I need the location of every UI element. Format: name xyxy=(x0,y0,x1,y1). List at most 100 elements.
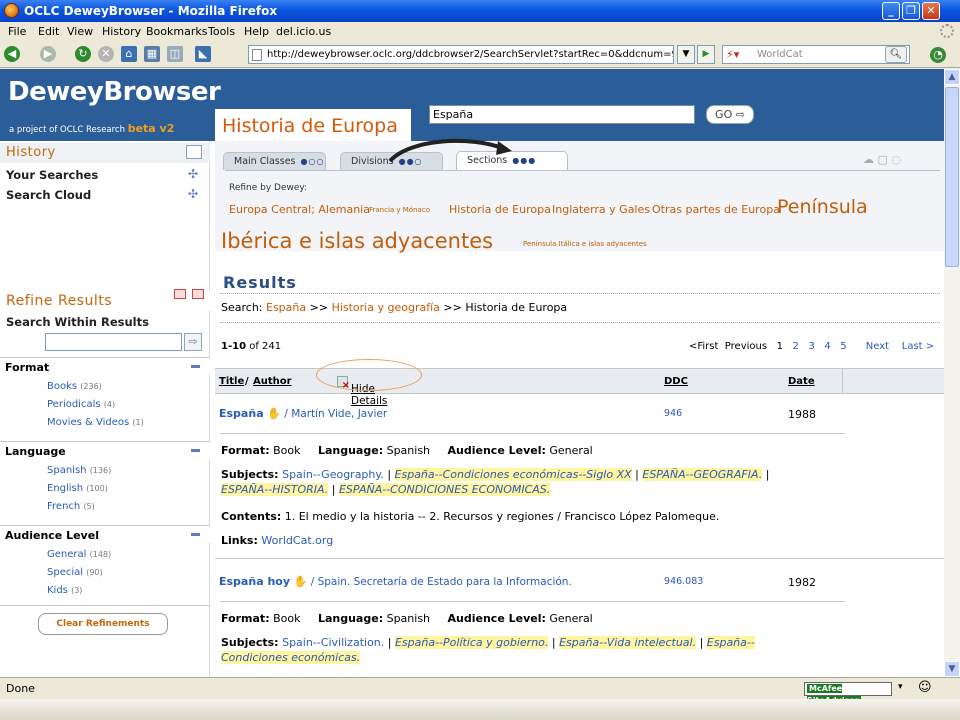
page-link[interactable]: 2 xyxy=(793,341,799,352)
maximize-button[interactable]: ❐ xyxy=(902,2,920,20)
format-option[interactable]: Periodicals (4) xyxy=(47,399,115,410)
audience-option[interactable]: Special (90) xyxy=(47,567,103,578)
smiley-icon[interactable]: ☺ xyxy=(918,680,932,695)
vertical-scrollbar[interactable]: ▲ ▼ xyxy=(944,69,960,677)
result-author[interactable]: / Spain. Secretaría de Estado para la In… xyxy=(311,576,572,588)
sort-date[interactable]: Date xyxy=(788,376,815,387)
result-title-link[interactable]: España hoy xyxy=(219,575,290,588)
subject-link[interactable]: Spain--Geography. xyxy=(282,468,384,481)
first-page-link[interactable]: <First xyxy=(689,341,718,352)
subject-link[interactable]: Spain--Civilization. xyxy=(282,636,384,649)
cloud-term[interactable]: Historia de Europa xyxy=(449,203,551,216)
mcafee-badge[interactable]: McAfee SiteAdvisor xyxy=(804,682,892,705)
format-option[interactable]: Movies & Videos (1) xyxy=(47,417,144,428)
cloud-term[interactable]: Francia y Mónaco xyxy=(369,206,430,214)
audience-option[interactable]: General (148) xyxy=(47,549,111,560)
chevron-down-icon[interactable]: ▾ xyxy=(898,682,903,692)
reload-icon[interactable]: ↻ xyxy=(75,46,91,62)
subject-link[interactable]: España--Condiciones económicas--Siglo XX xyxy=(394,468,632,481)
menu-bookmarks[interactable]: Bookmarks xyxy=(146,25,207,38)
url-dropdown-icon[interactable]: ▼ xyxy=(677,45,695,64)
audience-group-heading[interactable]: Audience Level xyxy=(0,525,210,543)
result-title-link[interactable]: España xyxy=(219,407,264,420)
menu-history[interactable]: History xyxy=(102,25,141,38)
menu-edit[interactable]: Edit xyxy=(38,25,59,38)
subject-link[interactable]: ESPAÑA--CONDICIONES ECONOMICAS. xyxy=(338,483,551,496)
addon-icon[interactable]: ◔ xyxy=(930,47,946,63)
collapse-icon[interactable] xyxy=(191,365,200,368)
query-input[interactable]: España xyxy=(429,105,695,124)
scroll-up-icon[interactable]: ▲ xyxy=(944,69,960,85)
result-ddc[interactable]: 946 xyxy=(664,408,682,419)
home-icon[interactable]: ⌂ xyxy=(121,46,137,62)
previous-page-link[interactable]: Previous xyxy=(725,341,767,352)
clear-refinements-button[interactable]: Clear Refinements xyxy=(38,613,168,635)
menu-delicious[interactable]: del.icio.us xyxy=(276,25,331,38)
page-link[interactable]: 4 xyxy=(824,341,830,352)
crumb-link[interactable]: Historia y geografía xyxy=(332,301,440,314)
result-author[interactable]: / Martín Vide, Javier xyxy=(284,408,387,420)
stop-icon[interactable]: ✕ xyxy=(98,46,114,62)
search-engine-icon[interactable]: ⚡▾ xyxy=(726,48,739,61)
subject-link[interactable]: España--Política y gobierno. xyxy=(394,636,549,649)
sort-title[interactable]: Title xyxy=(219,376,244,387)
search-within-go-icon[interactable]: ⇨ xyxy=(184,333,202,351)
refine-icon-2[interactable] xyxy=(192,289,204,299)
tab-main-classes[interactable]: Main Classes ●○○ xyxy=(223,152,326,170)
menu-tools[interactable]: Tools xyxy=(208,25,235,38)
search-icon[interactable]: 🔍︎ xyxy=(885,46,907,63)
tag-icon[interactable]: ◫ xyxy=(167,46,183,62)
cloud-icons[interactable]: ☁ ▢ ◌ xyxy=(863,153,901,166)
page-link[interactable]: 3 xyxy=(808,341,814,352)
menu-view[interactable]: View xyxy=(67,25,93,38)
worldcat-link[interactable]: WorldCat.org xyxy=(261,534,333,547)
refine-icon[interactable] xyxy=(174,289,186,299)
search-within-input[interactable] xyxy=(45,333,182,351)
cloud-term[interactable]: Europa Central; Alemania xyxy=(229,203,370,216)
minimize-button[interactable]: _ xyxy=(882,2,900,20)
search-cloud-link[interactable]: Search Cloud xyxy=(6,188,91,202)
delicious-icon[interactable]: ◣ xyxy=(195,46,211,62)
go-button[interactable]: GO ⇨ xyxy=(706,105,754,124)
next-page-link[interactable]: Next xyxy=(866,341,889,352)
cloud-term[interactable]: Otras partes de Europa xyxy=(652,203,780,216)
format-option[interactable]: Books (236) xyxy=(47,381,102,392)
sort-author[interactable]: Author xyxy=(253,376,292,387)
bookmark-tool-icon[interactable]: ▦ xyxy=(144,46,160,62)
menu-file[interactable]: File xyxy=(8,25,26,38)
web-search-field[interactable]: ⚡▾ WorldCat xyxy=(722,45,910,64)
language-option[interactable]: Spanish (136) xyxy=(47,465,111,476)
collapse-icon[interactable] xyxy=(191,449,200,452)
expand-icon[interactable]: ✣ xyxy=(188,167,198,181)
subject-link[interactable]: ESPAÑA--HISTORIA. xyxy=(221,483,329,496)
back-icon[interactable]: ◀ xyxy=(4,46,20,62)
collapse-icon[interactable] xyxy=(191,533,200,536)
subject-link[interactable]: España--Vida intelectual. xyxy=(559,636,697,649)
url-go-icon[interactable]: ▶ xyxy=(697,45,715,64)
expand-icon[interactable]: ✣ xyxy=(188,187,198,201)
language-group-heading[interactable]: Language xyxy=(0,441,210,459)
last-page-link[interactable]: Last > xyxy=(902,341,934,352)
url-bar[interactable]: http://deweybrowser.oclc.org/ddcbrowser2… xyxy=(248,45,674,64)
history-toggle-icon[interactable] xyxy=(186,145,202,159)
format-group-heading[interactable]: Format xyxy=(0,357,210,375)
cloud-term[interactable]: Península Itálica e islas adyacentes xyxy=(523,240,647,248)
close-button[interactable]: ✕ xyxy=(922,2,940,20)
scroll-thumb[interactable] xyxy=(945,87,959,267)
site-logo[interactable]: DeweyBrowser xyxy=(8,77,221,107)
cloud-term[interactable]: Ibérica e islas adyacentes xyxy=(221,229,493,253)
language-option[interactable]: French (5) xyxy=(47,501,95,512)
result-ddc[interactable]: 946.083 xyxy=(664,576,703,587)
audience-option[interactable]: Kids (3) xyxy=(47,585,82,596)
language-option[interactable]: English (100) xyxy=(47,483,108,494)
page-link[interactable]: 5 xyxy=(840,341,846,352)
cloud-term[interactable]: Península xyxy=(777,196,868,218)
crumb-link[interactable]: España xyxy=(266,301,306,314)
forward-icon[interactable]: ▶ xyxy=(40,46,56,62)
your-searches-link[interactable]: Your Searches xyxy=(6,168,98,182)
subject-link[interactable]: ESPAÑA--GEOGRAFIA. xyxy=(642,468,763,481)
cloud-term[interactable]: Inglaterra y Gales xyxy=(552,203,650,216)
scroll-down-icon[interactable]: ▼ xyxy=(944,661,960,677)
menu-help[interactable]: Help xyxy=(244,25,269,38)
sort-ddc[interactable]: DDC xyxy=(664,376,688,387)
